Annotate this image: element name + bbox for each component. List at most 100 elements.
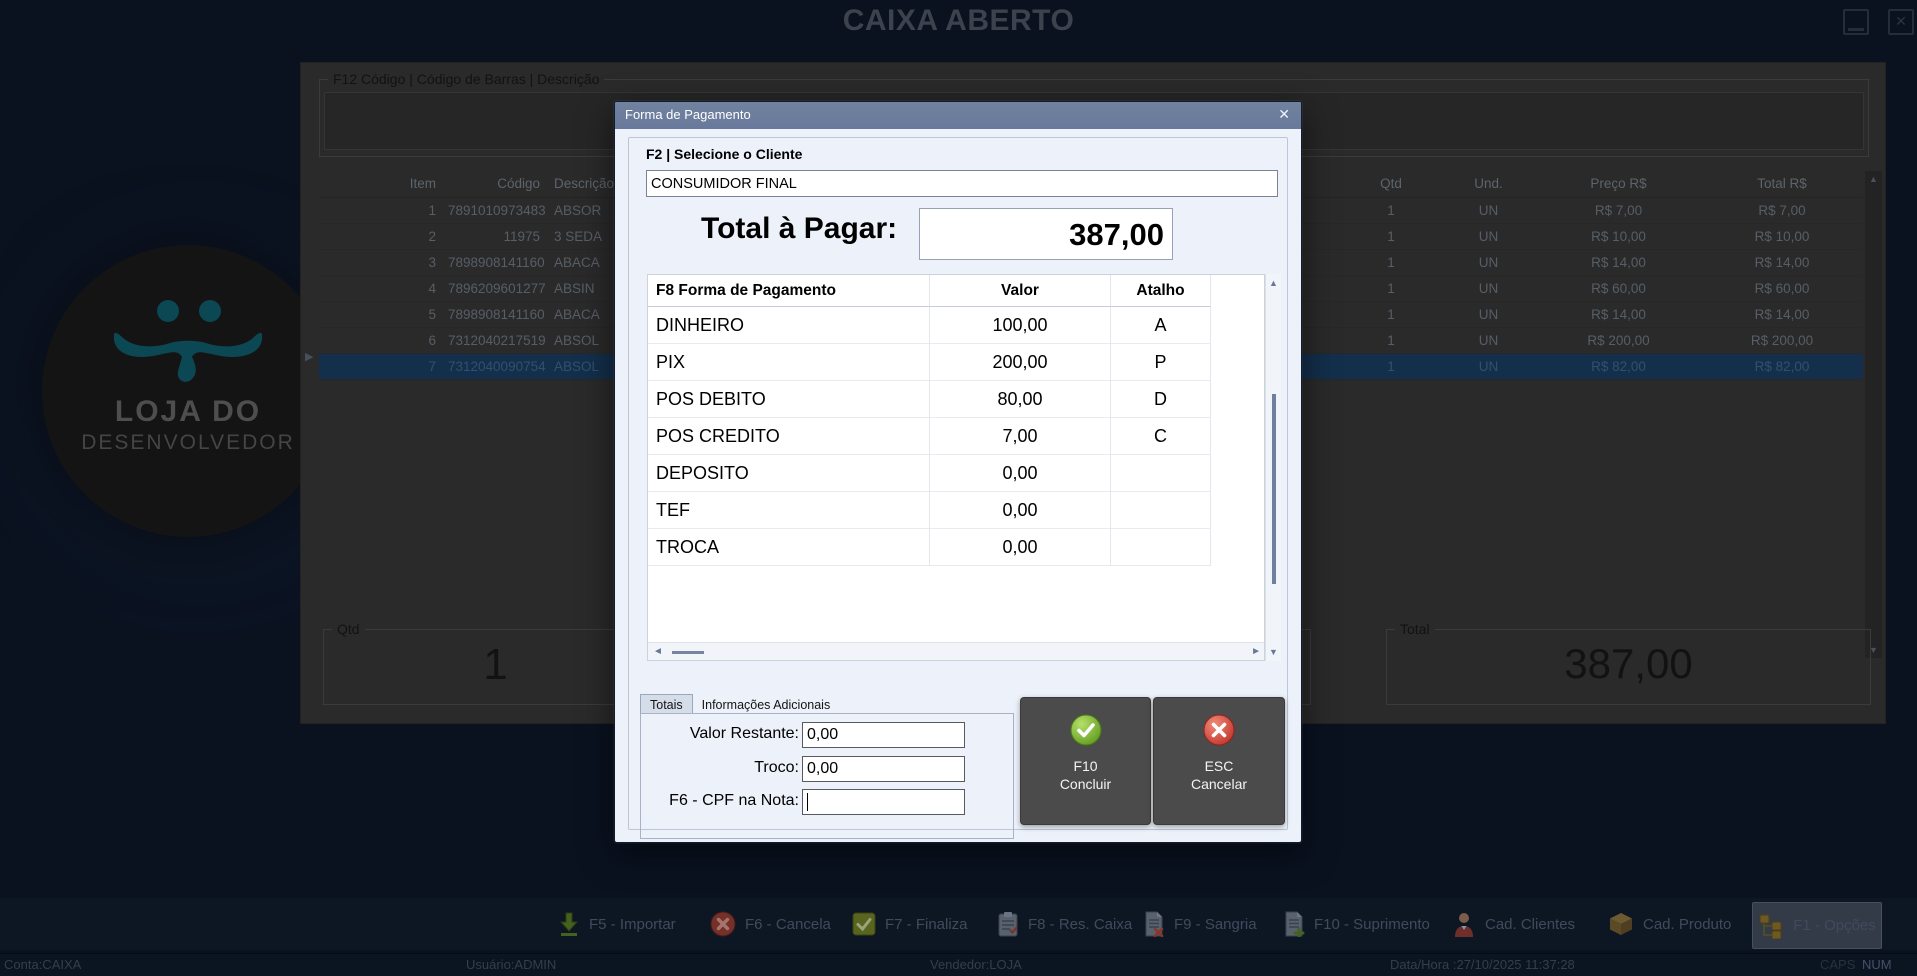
scroll-left-icon[interactable]: ◄ <box>653 646 663 657</box>
status-num: NUM <box>1862 957 1892 972</box>
cell: 5 <box>319 302 448 327</box>
cell: 6 <box>319 328 448 353</box>
cell: 0,00 <box>930 529 1111 566</box>
scroll-up-icon[interactable]: ▲ <box>1865 174 1882 184</box>
cell: PIX <box>648 344 930 381</box>
toolbar-item-label: F8 - Res. Caixa <box>1028 916 1132 933</box>
payment-method-row[interactable]: PIX200,00P <box>648 344 1264 381</box>
field-label: Valor Restante: <box>645 725 799 743</box>
cell: 1 <box>1341 250 1441 275</box>
status-usuario: Usuário:ADMIN <box>466 957 556 972</box>
dialog-titlebar[interactable]: Forma de Pagamento ✕ <box>615 102 1301 129</box>
cell: 7,00 <box>930 418 1111 455</box>
confirm-button[interactable]: F10 Concluir <box>1020 697 1151 825</box>
field-label: Troco: <box>645 759 799 777</box>
toolbar-item-doc-add[interactable]: F10 - Suprimento <box>1283 906 1430 942</box>
payment-horizontal-scrollbar[interactable]: ◄ ► <box>648 642 1264 660</box>
cell: 200,00 <box>930 344 1111 381</box>
cell <box>1111 492 1211 529</box>
cell: 1 <box>1341 198 1441 223</box>
toolbar-item-label: F1 - Opções <box>1793 917 1876 934</box>
cell: R$ 200,00 <box>1701 328 1863 353</box>
toolbar-item-label: F9 - Sangria <box>1174 916 1257 933</box>
minimize-icon[interactable] <box>1843 9 1869 35</box>
doc-add-icon <box>1283 911 1305 937</box>
client-input[interactable] <box>646 170 1278 197</box>
column-header: Qtd <box>1341 171 1441 197</box>
cell: TROCA <box>648 529 930 566</box>
toolbar-item-finalize[interactable]: F7 - Finaliza <box>852 906 968 942</box>
toolbar-item-label: Cad. Clientes <box>1485 916 1575 933</box>
toolbar-item-box[interactable]: Cad. Produto <box>1608 906 1731 942</box>
text-caret <box>807 793 808 811</box>
payment-method-row[interactable]: DINHEIRO100,00A <box>648 307 1264 344</box>
total-group-label: Total <box>1395 621 1435 637</box>
payment-method-row[interactable]: DEPOSITO0,00 <box>648 455 1264 492</box>
toolbar-item-clipboard[interactable]: F8 - Res. Caixa <box>997 906 1132 942</box>
column-header: Preço R$ <box>1536 171 1701 197</box>
cell: DINHEIRO <box>648 307 930 344</box>
payment-vertical-scrollbar[interactable]: ▲ ▼ <box>1265 274 1281 661</box>
client-select-label: F2 | Selecione o Cliente <box>646 146 802 162</box>
field-input[interactable] <box>802 789 965 815</box>
tab-totais[interactable]: Totais <box>640 694 693 714</box>
clipboard-icon <box>997 911 1019 937</box>
dialog-close-icon[interactable]: ✕ <box>1278 106 1290 123</box>
cell: 7 <box>319 354 448 379</box>
cell: R$ 14,00 <box>1701 250 1863 275</box>
cell: UN <box>1441 250 1536 275</box>
payment-method-row[interactable]: POS DEBITO80,00D <box>648 381 1264 418</box>
payment-methods-table: F8 Forma de PagamentoValorAtalho DINHEIR… <box>647 274 1265 661</box>
field-input[interactable]: 0,00 <box>802 722 965 748</box>
store-logo: LOJA DO DESENVOLVEDOR <box>42 245 334 537</box>
product-search-label: F12 Código | Código de Barras | Descriçã… <box>328 71 604 87</box>
cell: 80,00 <box>930 381 1111 418</box>
tab-informacoes-adicionais[interactable]: Informações Adicionais <box>693 695 840 714</box>
scroll-up-icon[interactable]: ▲ <box>1266 278 1281 288</box>
cell: A <box>1111 307 1211 344</box>
toolbar-item-import[interactable]: F5 - Importar <box>558 906 676 942</box>
check-circle-icon <box>1070 714 1102 749</box>
logo-smile-icon <box>106 295 270 399</box>
cell: C <box>1111 418 1211 455</box>
toolbar-item-cancel[interactable]: F6 - Cancela <box>710 906 831 942</box>
field-input[interactable]: 0,00 <box>802 756 965 782</box>
toolbar-item-doc-remove[interactable]: F9 - Sangria <box>1143 906 1257 942</box>
cell: 0,00 <box>930 492 1111 529</box>
bottom-toolbar: F5 - Importar F6 - Cancela F7 - Finaliza F8… <box>0 898 1917 950</box>
toolbar-item-label: F5 - Importar <box>589 916 676 933</box>
cell: D <box>1111 381 1211 418</box>
payment-method-row[interactable]: POS CREDITO7,00C <box>648 418 1264 455</box>
scroll-right-icon[interactable]: ► <box>1251 646 1261 657</box>
close-icon[interactable]: ✕ <box>1888 9 1914 35</box>
cell: DEPOSITO <box>648 455 930 492</box>
import-icon <box>558 911 580 937</box>
logo-line2: DESENVOLVEDOR <box>42 431 334 455</box>
cell: UN <box>1441 224 1536 249</box>
scroll-down-icon[interactable]: ▼ <box>1266 647 1281 657</box>
toolbar-item-tree[interactable]: F1 - Opções <box>1752 902 1882 949</box>
status-datahora: Data/Hora :27/10/2025 11:37:28 <box>1390 957 1575 972</box>
cancel-key: ESC <box>1205 757 1234 775</box>
cell: 1 <box>319 198 448 223</box>
cell: 2 <box>319 224 448 249</box>
status-conta: Conta:CAIXA <box>4 957 81 972</box>
cell: UN <box>1441 198 1536 223</box>
scrollbar-thumb[interactable] <box>672 651 704 654</box>
cell: TEF <box>648 492 930 529</box>
cell: R$ 14,00 <box>1536 250 1701 275</box>
finalize-icon <box>852 912 876 936</box>
items-vertical-scrollbar[interactable]: ▲ ▼ <box>1865 171 1882 658</box>
payment-method-row[interactable]: TROCA0,00 <box>648 529 1264 566</box>
payment-method-row[interactable]: TEF0,00 <box>648 492 1264 529</box>
status-bar: Conta:CAIXA Usuário:ADMIN Vendedor:LOJA … <box>0 953 1917 976</box>
cell: 7896209601277 <box>448 276 546 301</box>
cancel-button[interactable]: ESC Cancelar <box>1153 697 1285 825</box>
cell: 1 <box>1341 354 1441 379</box>
qty-group-label: Qtd <box>332 621 365 637</box>
scrollbar-thumb[interactable] <box>1272 394 1276 584</box>
toolbar-item-label: F10 - Suprimento <box>1314 916 1430 933</box>
person-icon <box>1452 911 1476 937</box>
toolbar-item-person[interactable]: Cad. Clientes <box>1452 906 1575 942</box>
cell: POS DEBITO <box>648 381 930 418</box>
